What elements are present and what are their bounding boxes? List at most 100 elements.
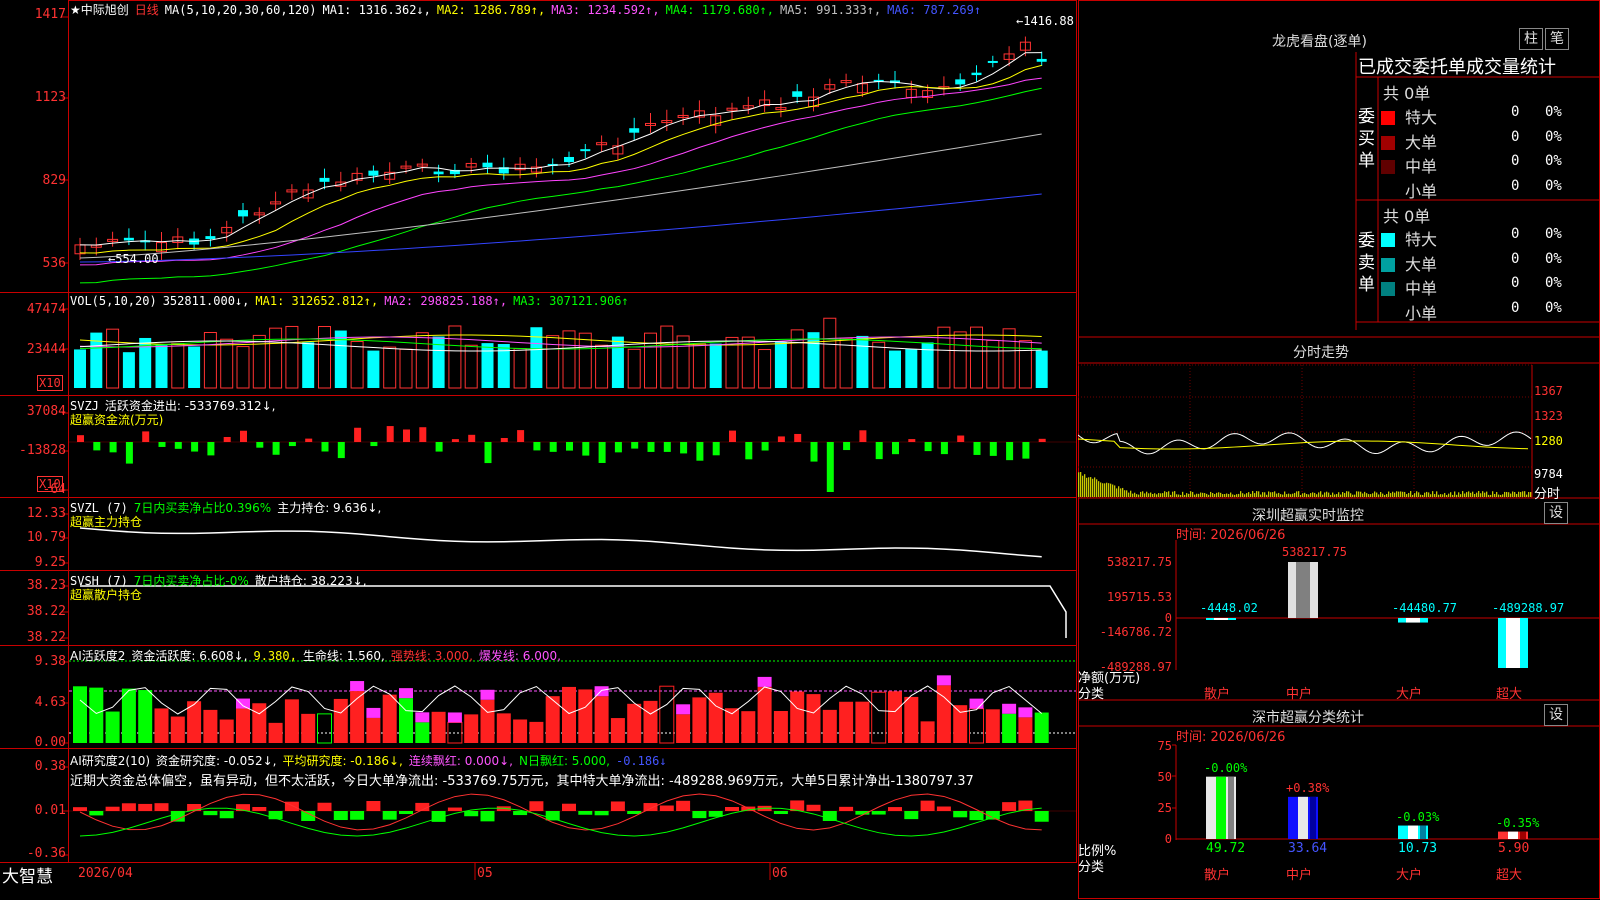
- candle-down: [368, 170, 379, 176]
- ai2-bar: [676, 800, 691, 811]
- fenshi-vol: [1244, 494, 1246, 497]
- order-swatch: [1381, 282, 1395, 296]
- tick-view-button[interactable]: 笔: [1545, 28, 1569, 50]
- ai1-bar: [1034, 712, 1049, 743]
- sz-settings-button[interactable]: 设: [1544, 502, 1568, 524]
- ma4-line: [79, 87, 1042, 284]
- fenshi-vol: [1148, 493, 1150, 497]
- ai1-bar-cap: [936, 675, 951, 686]
- ai2-bar: [317, 802, 332, 811]
- fenshi-vol: [1476, 492, 1478, 497]
- ai1-bar-cap: [399, 688, 413, 699]
- ai1-bar: [464, 714, 479, 743]
- fenshi-vol: [1436, 491, 1438, 497]
- svzj-ytick: 37084: [26, 404, 66, 419]
- svzj-bar: [973, 442, 981, 455]
- vol-value: 352811.000↓,: [162, 294, 250, 308]
- fenshi-vol: [1164, 491, 1166, 497]
- fenshi-vol: [1200, 492, 1202, 497]
- ai1-bar: [1018, 717, 1033, 743]
- order-swatch: [1381, 135, 1395, 150]
- svzj-bar: [745, 442, 753, 460]
- ai1-bar: [969, 708, 984, 744]
- fenshi-vol: [1250, 493, 1252, 497]
- svzj-bar: [142, 431, 150, 442]
- fenshi-vol: [1290, 494, 1292, 497]
- sz-bar-shade: [1214, 618, 1228, 620]
- fenshi-vol: [1298, 491, 1300, 497]
- fenshi-unit: 分时: [1534, 487, 1561, 502]
- order-row: 特大 0 0%: [1381, 226, 1600, 250]
- ai2-bar: [643, 803, 658, 811]
- sz-bar-value: -489288.97: [1492, 601, 1565, 615]
- ai2-bar: [1034, 811, 1049, 822]
- order-type: 中单: [1405, 279, 1438, 298]
- buy-orders-label: 委买单: [1358, 107, 1375, 171]
- brand-logo[interactable]: 大智慧: [2, 862, 53, 887]
- fenshi-vol: [1266, 494, 1268, 497]
- column-view-button[interactable]: 柱: [1519, 28, 1543, 50]
- sz-bar-value: 538217.75: [1282, 545, 1348, 559]
- svzj-bar: [386, 426, 394, 442]
- classify-cat-label: 分类: [1078, 860, 1105, 875]
- ai1-bar: [659, 685, 675, 744]
- fenshi-vol: [1124, 490, 1126, 497]
- order-row: 小单 0 0%: [1381, 178, 1600, 202]
- order-swatch: [1381, 111, 1395, 125]
- fenshi-vol: [1526, 494, 1528, 497]
- ai2-bar: [480, 811, 495, 822]
- fenshi-vol: [1498, 494, 1500, 497]
- svzl-ytick: 12.33: [26, 506, 66, 521]
- fenshi-vol: [1332, 492, 1334, 497]
- ma2-value: MA2: 1286.789↑,: [436, 3, 546, 17]
- ai2-bar: [594, 811, 609, 816]
- date-label-start: 2026/04: [78, 866, 133, 881]
- ai1-lifeline: 生命线: 1.560,: [302, 649, 385, 663]
- ai1-bar: [382, 694, 397, 743]
- fenshi-vol: [1368, 494, 1370, 497]
- fenshi-vol: [1224, 494, 1226, 497]
- fenshi-vol: [1158, 493, 1160, 497]
- fenshi-vol: [1502, 494, 1504, 497]
- stock-name[interactable]: ★中际旭创: [70, 3, 129, 17]
- cl-bar-edge: [1228, 776, 1234, 839]
- fenshi-vol: [1360, 491, 1362, 497]
- order-type: 小单: [1405, 181, 1438, 201]
- buy-total: 共 0单: [1383, 84, 1431, 103]
- fenshi-vol: [1478, 491, 1480, 497]
- svzj-bar: [1022, 442, 1030, 459]
- fenshi-vol: [1382, 493, 1384, 497]
- fenshi-vol: [1246, 493, 1248, 497]
- cl-bar-value: 49.72: [1206, 841, 1246, 856]
- svzj-bar: [93, 442, 101, 451]
- fenshi-vol: [1118, 486, 1120, 497]
- svzj-bar: [158, 442, 166, 447]
- fenshi-title[interactable]: 分时走势: [1293, 342, 1349, 362]
- period-label[interactable]: 日线: [135, 3, 159, 17]
- volume-bar-up: [823, 317, 837, 389]
- fenshi-vol: [1112, 484, 1114, 497]
- main-ytick: 1417: [34, 7, 66, 22]
- volume-bar-up: [546, 335, 560, 389]
- ai1-bar: [855, 701, 870, 743]
- ai2-research: 资金研究度: -0.052↓,: [156, 754, 277, 768]
- fenshi-vol: [1456, 494, 1458, 497]
- fenshi-vol: [1418, 492, 1420, 497]
- fenshi-vol: [1320, 491, 1322, 497]
- fenshi-vol: [1152, 493, 1154, 497]
- fenshi-vol: [1282, 494, 1284, 497]
- ai2-ytick: -0.36: [26, 846, 66, 861]
- fenshi-vol: [1512, 491, 1514, 497]
- classify-settings-button[interactable]: 设: [1544, 704, 1568, 726]
- svzj-bar: [582, 442, 590, 456]
- volume-bar-up: [415, 332, 429, 389]
- ai1-bar-cap: [236, 698, 250, 709]
- volume-bar-up: [970, 326, 983, 389]
- svzl-ytick: 9.25: [34, 555, 66, 570]
- fenshi-vol: [1318, 492, 1320, 497]
- ai2-bar: [154, 803, 169, 811]
- volume-bar-up: [285, 325, 299, 389]
- order-volume: 0: [1511, 250, 1520, 267]
- fenshi-vol: [1494, 494, 1496, 497]
- volume-bar-up: [236, 346, 250, 389]
